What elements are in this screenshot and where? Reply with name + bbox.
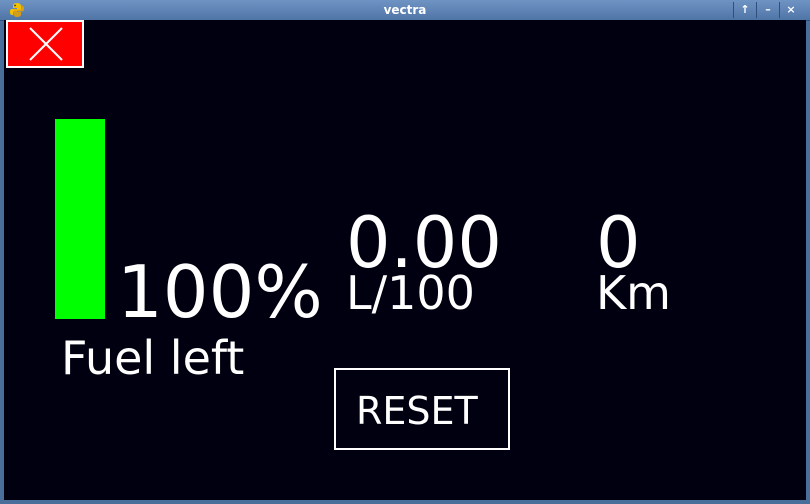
- titlebar-separator: [733, 2, 734, 18]
- close-app-button[interactable]: [6, 20, 84, 68]
- consumption-unit: L/100: [346, 266, 475, 320]
- app-window: vectra ↑ – × 100% Fuel left 0.00 L/100 0…: [0, 0, 810, 504]
- fuel-level-fill: [55, 119, 105, 319]
- fuel-level-bar: [55, 119, 105, 319]
- window-title: vectra: [383, 3, 427, 17]
- title-bar[interactable]: vectra ↑ – ×: [0, 0, 810, 21]
- fuel-percent: 100%: [117, 250, 323, 334]
- raise-button[interactable]: ↑: [735, 2, 755, 18]
- titlebar-separator: [779, 2, 780, 18]
- reset-label: RESET: [356, 389, 478, 433]
- titlebar-separator: [756, 2, 757, 18]
- fuel-label: Fuel left: [61, 331, 245, 385]
- close-icon: [29, 27, 63, 61]
- minimize-button[interactable]: –: [758, 2, 778, 18]
- distance-unit: Km: [596, 266, 671, 320]
- reset-button[interactable]: RESET: [334, 368, 510, 450]
- dashboard-canvas: 100% Fuel left 0.00 L/100 0 Km RESET: [4, 20, 806, 500]
- window-close-button[interactable]: ×: [781, 2, 801, 18]
